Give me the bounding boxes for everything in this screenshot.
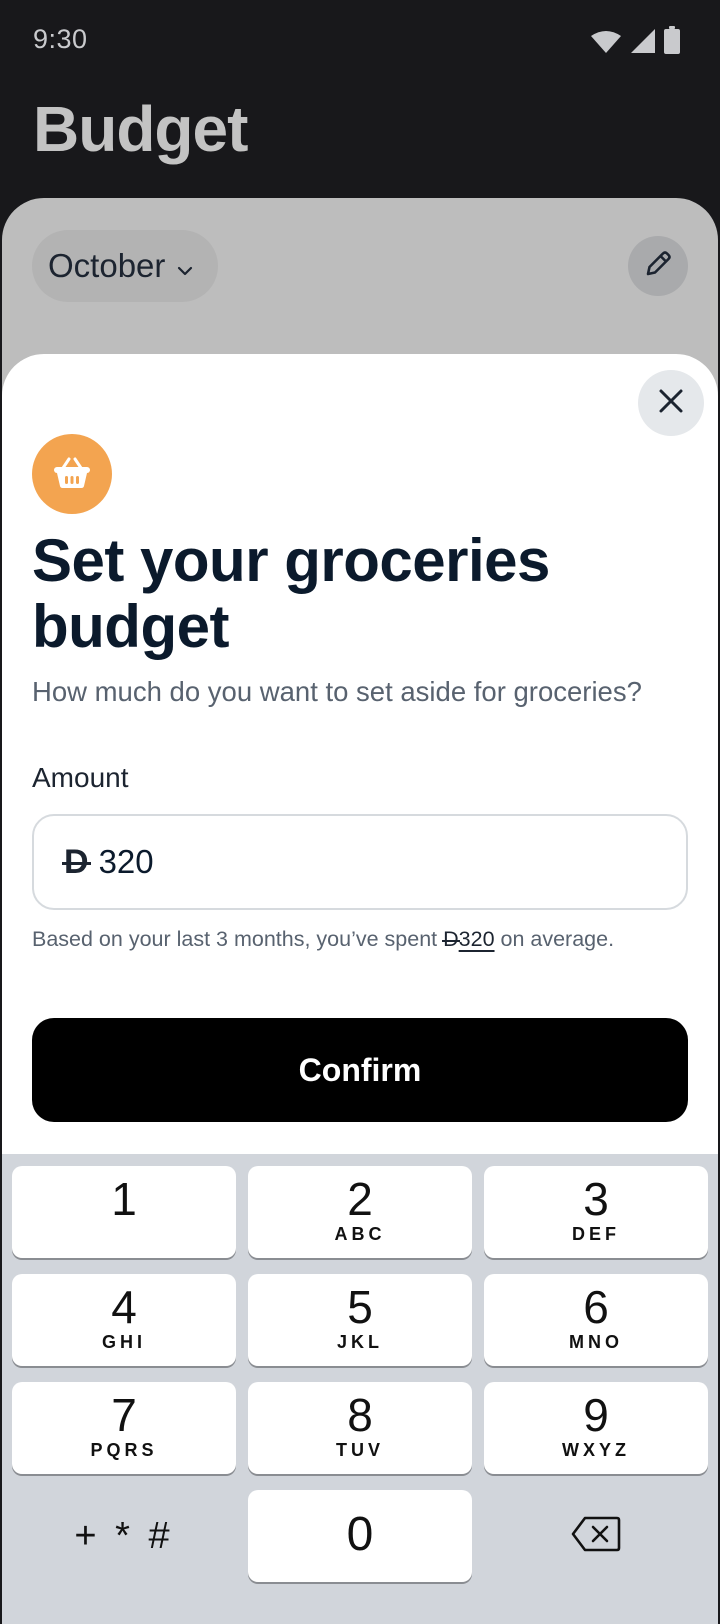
key-digit: 2 xyxy=(347,1173,373,1225)
key-3[interactable]: 3 DEF xyxy=(484,1166,708,1258)
amount-input[interactable]: D 320 xyxy=(32,814,688,910)
symbols-label: + * # xyxy=(74,1514,174,1557)
key-digit: 9 xyxy=(583,1389,609,1441)
key-letters: JKL xyxy=(336,1332,383,1352)
key-4[interactable]: 4 GHI xyxy=(12,1274,236,1366)
key-letters: TUV xyxy=(336,1440,384,1460)
confirm-button[interactable]: Confirm xyxy=(32,1018,688,1122)
battery-icon xyxy=(664,26,680,59)
sheet-subtitle: How much do you want to set aside for gr… xyxy=(32,676,642,707)
phone-screen: 9:30 Budget October Set your groceries b… xyxy=(0,0,720,1624)
basket-icon xyxy=(52,455,92,494)
key-digit: 6 xyxy=(583,1281,609,1333)
key-7[interactable]: 7 PQRS xyxy=(12,1382,236,1474)
hint-suffix: on average. xyxy=(494,927,615,951)
status-time: 9:30 xyxy=(33,24,88,54)
symbols-key[interactable]: + * # xyxy=(12,1490,236,1582)
wifi-icon xyxy=(590,30,622,59)
numeric-keypad: 1 2 ABC 3 DEF 4 GHI 5 JKL 6 MNO 7 PQRS 8 xyxy=(2,1154,718,1624)
amount-label: Amount xyxy=(32,762,129,793)
cellular-signal-icon xyxy=(630,28,656,59)
key-letters: PQRS xyxy=(90,1440,158,1460)
spending-hint: Based on your last 3 months, you’ve spen… xyxy=(32,927,614,952)
key-digit: 0 xyxy=(346,1508,374,1561)
pencil-icon xyxy=(642,248,674,285)
close-button[interactable] xyxy=(638,370,704,436)
amount-value: 320 xyxy=(98,843,154,880)
category-badge xyxy=(32,434,112,514)
key-6[interactable]: 6 MNO xyxy=(484,1274,708,1366)
sheet-title: Set your groceries budget xyxy=(32,527,550,660)
chevron-down-icon xyxy=(177,247,193,285)
key-digit: 1 xyxy=(111,1173,137,1225)
key-letters: DEF xyxy=(572,1224,620,1244)
key-9[interactable]: 9 WXYZ xyxy=(484,1382,708,1474)
hint-prefix: Based on your last 3 months, you’ve spen… xyxy=(32,927,444,951)
key-2[interactable]: 2 ABC xyxy=(248,1166,472,1258)
backspace-key[interactable] xyxy=(484,1490,708,1582)
key-digit: 5 xyxy=(347,1281,373,1333)
key-digit: 3 xyxy=(583,1173,609,1225)
currency-strike xyxy=(62,862,91,865)
key-digit: 4 xyxy=(111,1281,137,1333)
status-bar: 9:30 xyxy=(0,0,720,80)
key-5[interactable]: 5 JKL xyxy=(248,1274,472,1366)
backspace-icon xyxy=(571,1516,621,1557)
currency-symbol: D xyxy=(62,843,91,882)
key-1[interactable]: 1 xyxy=(12,1166,236,1258)
key-8[interactable]: 8 TUV xyxy=(248,1382,472,1474)
key-digit: 8 xyxy=(347,1389,373,1441)
edit-button[interactable] xyxy=(628,236,688,296)
page-title: Budget xyxy=(33,93,248,165)
average-spend-link[interactable]: D320 xyxy=(442,927,495,952)
hint-currency-strike xyxy=(442,939,460,942)
key-letters: WXYZ xyxy=(562,1440,630,1460)
key-letters: GHI xyxy=(101,1332,146,1352)
hint-amount-value: 320 xyxy=(458,927,495,951)
month-selector[interactable]: October xyxy=(32,230,218,302)
key-letters: MNO xyxy=(569,1332,623,1352)
status-icons xyxy=(590,26,680,59)
key-digit: 7 xyxy=(111,1389,137,1441)
month-label: October xyxy=(48,247,166,284)
key-letters: ABC xyxy=(334,1224,386,1244)
close-icon xyxy=(658,388,684,419)
key-0[interactable]: 0 xyxy=(248,1490,472,1582)
hint-currency-symbol: D xyxy=(442,927,460,952)
